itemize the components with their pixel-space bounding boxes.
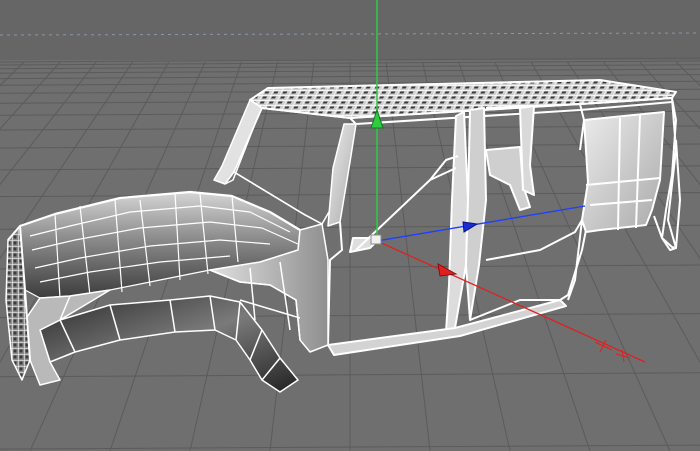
3d-viewport[interactable] (0, 0, 700, 451)
gizmo-origin-icon[interactable] (370, 234, 382, 245)
viewport-canvas[interactable] (0, 0, 700, 451)
